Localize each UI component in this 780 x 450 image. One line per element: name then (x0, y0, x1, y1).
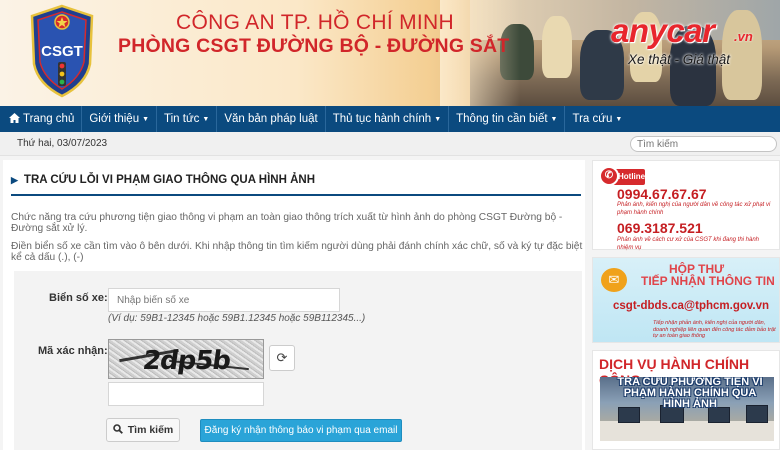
nav-item-admin-procedures[interactable]: Thủ tục hành chính ▼ (326, 106, 450, 132)
main-nav: Trang chủ Giới thiệu ▼ Tin tức ▼ Văn bản… (0, 106, 780, 132)
header-banner: CSGT CÔNG AN TP. HỒ CHÍ MINH PHÒNG CSGT … (0, 0, 780, 106)
nav-item-legal-docs[interactable]: Văn bản pháp luật (217, 106, 326, 132)
hotline-desc-2: Phản ánh về cách cư xử của CSGT khi đang… (617, 237, 760, 251)
services-banner-image[interactable]: TRA CỨU PHƯƠNG TIỆN VI PHẠM HÀNH CHÍNH Q… (600, 377, 774, 441)
watermark-tld: .vn (734, 29, 753, 44)
main-content: ▶ TRA CỨU LỖI VI PHẠM GIAO THÔNG QUA HÌNH… (3, 160, 585, 450)
triangle-right-icon: ▶ (11, 175, 18, 185)
description-1: Chức năng tra cứu phương tiện giao thông… (11, 212, 563, 234)
email-subscribe-button[interactable]: Đăng ký nhận thông báo vi phạm qua email (200, 419, 402, 442)
sidebar: ✆ Hotline 0994.67.67.67 Phản ánh, kiến n… (592, 160, 780, 450)
logo-text: CSGT (41, 43, 83, 60)
envelope-icon: ✉ (601, 268, 627, 292)
mailbox-banner[interactable]: ✉ HỘP THƯ TIẾP NHẬN THÔNG TIN csgt-dbds.… (592, 257, 780, 343)
refresh-icon: ⟳ (276, 350, 288, 365)
mailbox-desc: Tiếp nhận phản ánh, kiến nghị của người … (653, 320, 776, 339)
page-title-text: TRA CỨU LỖI VI PHẠM GIAO THÔNG QUA HÌNH … (23, 174, 315, 186)
captcha-input[interactable] (108, 382, 264, 406)
nav-label: Văn bản pháp luật (224, 113, 318, 125)
captcha-label: Mã xác nhận: (38, 345, 108, 357)
site-search-input[interactable] (630, 136, 777, 152)
search-icon (112, 423, 123, 437)
nav-item-about[interactable]: Giới thiệu ▼ (82, 106, 158, 132)
hotline-badge: ✆ Hotline (599, 166, 646, 186)
watermark-brand: anycar (611, 12, 715, 49)
search-button[interactable]: Tìm kiếm (106, 418, 180, 442)
nav-item-info[interactable]: Thông tin cần biết ▼ (449, 106, 566, 132)
captcha-text: 2dp5b (140, 346, 233, 376)
nav-label: Thủ tục hành chính (332, 113, 432, 125)
csgt-shield-logo: CSGT (30, 4, 94, 98)
nav-label: Giới thiệu (89, 113, 140, 125)
refresh-captcha-button[interactable]: ⟳ (269, 345, 295, 371)
home-icon (9, 112, 20, 126)
caret-down-icon: ▼ (434, 115, 442, 123)
nav-label: Tra cứu (572, 113, 613, 125)
org-name-line1: CÔNG AN TP. HỒ CHÍ MINH (176, 11, 454, 34)
anycar-watermark: anycar .vn Xe thật - Giá thật (611, 12, 771, 70)
current-date: Thứ hai, 03/07/2023 (17, 138, 108, 149)
nav-label: Tin tức (164, 113, 200, 125)
watermark-slogan: Xe thật - Giá thật (628, 52, 731, 67)
hotline-number-2[interactable]: 069.3187.521 (617, 220, 703, 236)
mailbox-title-2: TIẾP NHẬN THÔNG TIN (641, 274, 775, 288)
phone-icon: ✆ (599, 166, 619, 186)
lookup-form: Biển số xe: (Ví dụ: 59B1-12345 hoặc 59B1… (14, 271, 582, 450)
nav-item-news[interactable]: Tin tức ▼ (157, 106, 218, 132)
hotline-badge-label: Hotline (618, 172, 646, 181)
plate-hint: (Ví dụ: 59B1-12345 hoặc 59B1.12345 hoặc … (108, 313, 366, 324)
page-title: ▶ TRA CỨU LỖI VI PHẠM GIAO THÔNG QUA HÌNH… (11, 174, 581, 196)
caret-down-icon: ▼ (142, 115, 150, 123)
nav-label: Trang chủ (23, 113, 75, 125)
date-bar: Thứ hai, 03/07/2023 (0, 132, 780, 156)
services-banner-caption: TRA CỨU PHƯƠNG TIỆN VI PHẠM HÀNH CHÍNH Q… (617, 377, 763, 410)
mailbox-email[interactable]: csgt-dbds.ca@tphcm.gov.vn (613, 300, 769, 312)
captcha-image: 2dp5b (108, 339, 264, 379)
caret-down-icon: ▼ (202, 115, 210, 123)
description-2: Điền biển số xe cần tìm vào ô bên dưới. … (11, 241, 583, 263)
org-name-line2: PHÒNG CSGT ĐƯỜNG BỘ - ĐƯỜNG SẮT (118, 35, 510, 57)
hotline-number-1[interactable]: 0994.67.67.67 (617, 186, 707, 202)
hotline-box: ✆ Hotline 0994.67.67.67 Phản ánh, kiến n… (592, 160, 780, 251)
caret-down-icon: ▼ (550, 115, 558, 123)
hotline-desc-1: Phản ánh, kiến nghị của người dân về côn… (617, 202, 771, 216)
plate-input[interactable] (108, 288, 340, 312)
public-services-box: DỊCH VỤ HÀNH CHÍNH CÔNG TRA CỨU PHƯƠNG T… (592, 350, 780, 450)
caret-down-icon: ▼ (615, 115, 623, 123)
search-button-label: Tìm kiếm (127, 424, 174, 436)
nav-item-lookup[interactable]: Tra cứu ▼ (565, 106, 629, 132)
nav-item-home[interactable]: Trang chủ (0, 106, 83, 132)
plate-label: Biển số xe: (49, 292, 108, 304)
nav-label: Thông tin cần biết (456, 113, 548, 125)
